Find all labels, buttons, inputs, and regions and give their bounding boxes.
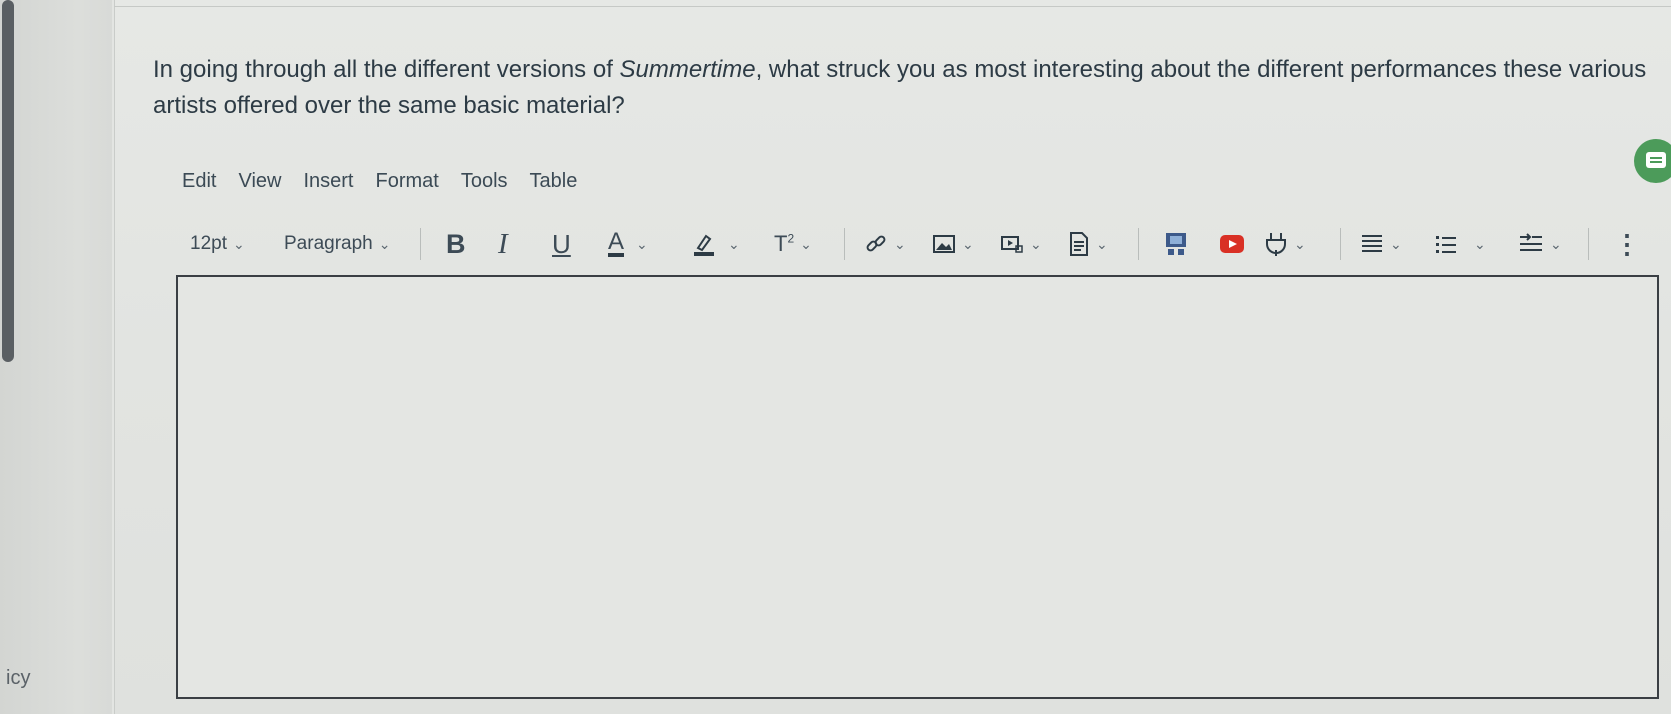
list-button[interactable]: ⌄ <box>1434 226 1486 262</box>
align-icon <box>1362 235 1382 252</box>
apps-button[interactable] <box>1164 226 1188 262</box>
underline-button[interactable]: U <box>552 226 571 262</box>
superscript-button[interactable]: T2 ⌄ <box>774 226 812 262</box>
toolbar-divider <box>1588 228 1589 260</box>
youtube-icon <box>1220 235 1244 253</box>
link-button[interactable]: ⌄ <box>864 226 906 262</box>
image-button[interactable]: ⌄ <box>932 226 974 262</box>
indent-button[interactable]: ⌄ <box>1518 226 1562 262</box>
toolbar-divider <box>1340 228 1341 260</box>
chevron-down-icon: ⌄ <box>1294 235 1306 252</box>
chat-icon[interactable] <box>1634 139 1671 183</box>
indent-icon <box>1520 233 1542 251</box>
font-size-select[interactable]: 12pt ⌄ <box>190 226 245 262</box>
plugin-button[interactable]: ⌄ <box>1264 226 1306 262</box>
youtube-button[interactable] <box>1220 226 1244 262</box>
image-icon <box>933 235 955 253</box>
media-icon <box>1001 236 1023 253</box>
rich-text-editor-area[interactable] <box>176 275 1659 699</box>
screen: icy In going through all the different v… <box>0 0 1671 714</box>
font-color-icon: A <box>608 228 625 257</box>
document-button[interactable]: ⌄ <box>1068 226 1108 262</box>
superscript-t: T <box>774 231 788 256</box>
document-icon <box>1070 232 1088 256</box>
chevron-down-icon: ⌄ <box>1550 235 1562 252</box>
toolbar-divider <box>844 228 845 260</box>
chevron-down-icon: ⌄ <box>636 235 648 252</box>
bold-button[interactable]: B <box>446 226 466 262</box>
menu-insert[interactable]: Insert <box>303 170 353 200</box>
scrollbar-thumb[interactable] <box>2 0 14 362</box>
editor-menubar: Edit View Insert Format Tools Table <box>182 170 599 200</box>
menu-table[interactable]: Table <box>530 170 578 200</box>
link-icon <box>866 235 886 252</box>
highlight-button[interactable]: ⌄ <box>692 226 740 262</box>
chevron-down-icon: ⌄ <box>1390 235 1402 252</box>
toolbar-divider <box>1138 228 1139 260</box>
highlight-icon <box>694 234 714 256</box>
chevron-down-icon: ⌄ <box>1474 235 1486 252</box>
gutter-label: icy <box>6 667 31 689</box>
font-color-button[interactable]: A ⌄ <box>608 226 648 262</box>
question-text: In going through all the different versi… <box>153 52 1653 124</box>
font-size-value: 12pt <box>190 233 227 254</box>
media-button[interactable]: ⌄ <box>1000 226 1042 262</box>
menu-format[interactable]: Format <box>376 170 439 200</box>
divider <box>114 6 1671 7</box>
list-icon <box>1436 236 1456 253</box>
question-italic: Summertime <box>619 56 756 83</box>
chevron-down-icon: ⌄ <box>894 235 906 252</box>
menu-view[interactable]: View <box>238 170 281 200</box>
menu-tools[interactable]: Tools <box>461 170 508 200</box>
menu-edit[interactable]: Edit <box>182 170 216 200</box>
toolbar-divider <box>420 228 421 260</box>
left-gutter: icy <box>0 0 112 714</box>
chevron-down-icon: ⌄ <box>1030 235 1042 252</box>
superscript-icon: T2 <box>774 231 794 257</box>
chevron-down-icon: ⌄ <box>800 235 812 252</box>
superscript-2: 2 <box>787 231 795 246</box>
apps-icon <box>1166 233 1186 255</box>
block-format-select[interactable]: Paragraph ⌄ <box>284 226 390 262</box>
chevron-down-icon: ⌄ <box>1096 235 1108 252</box>
chevron-down-icon: ⌄ <box>962 235 974 252</box>
chevron-down-icon: ⌄ <box>378 235 391 252</box>
question-part: In going through all the different versi… <box>153 56 620 83</box>
plug-icon <box>1266 233 1286 256</box>
block-format-value: Paragraph <box>284 233 373 254</box>
chevron-down-icon: ⌄ <box>232 235 245 252</box>
editor-toolbar: 12pt ⌄ Paragraph ⌄ B I U A ⌄ ⌄ T2 ⌄ ⌄ ⌄ … <box>188 226 1640 262</box>
more-icon[interactable]: ⋮ <box>1614 226 1640 262</box>
align-button[interactable]: ⌄ <box>1360 226 1402 262</box>
italic-button[interactable]: I <box>498 226 508 262</box>
chevron-down-icon: ⌄ <box>728 235 740 252</box>
